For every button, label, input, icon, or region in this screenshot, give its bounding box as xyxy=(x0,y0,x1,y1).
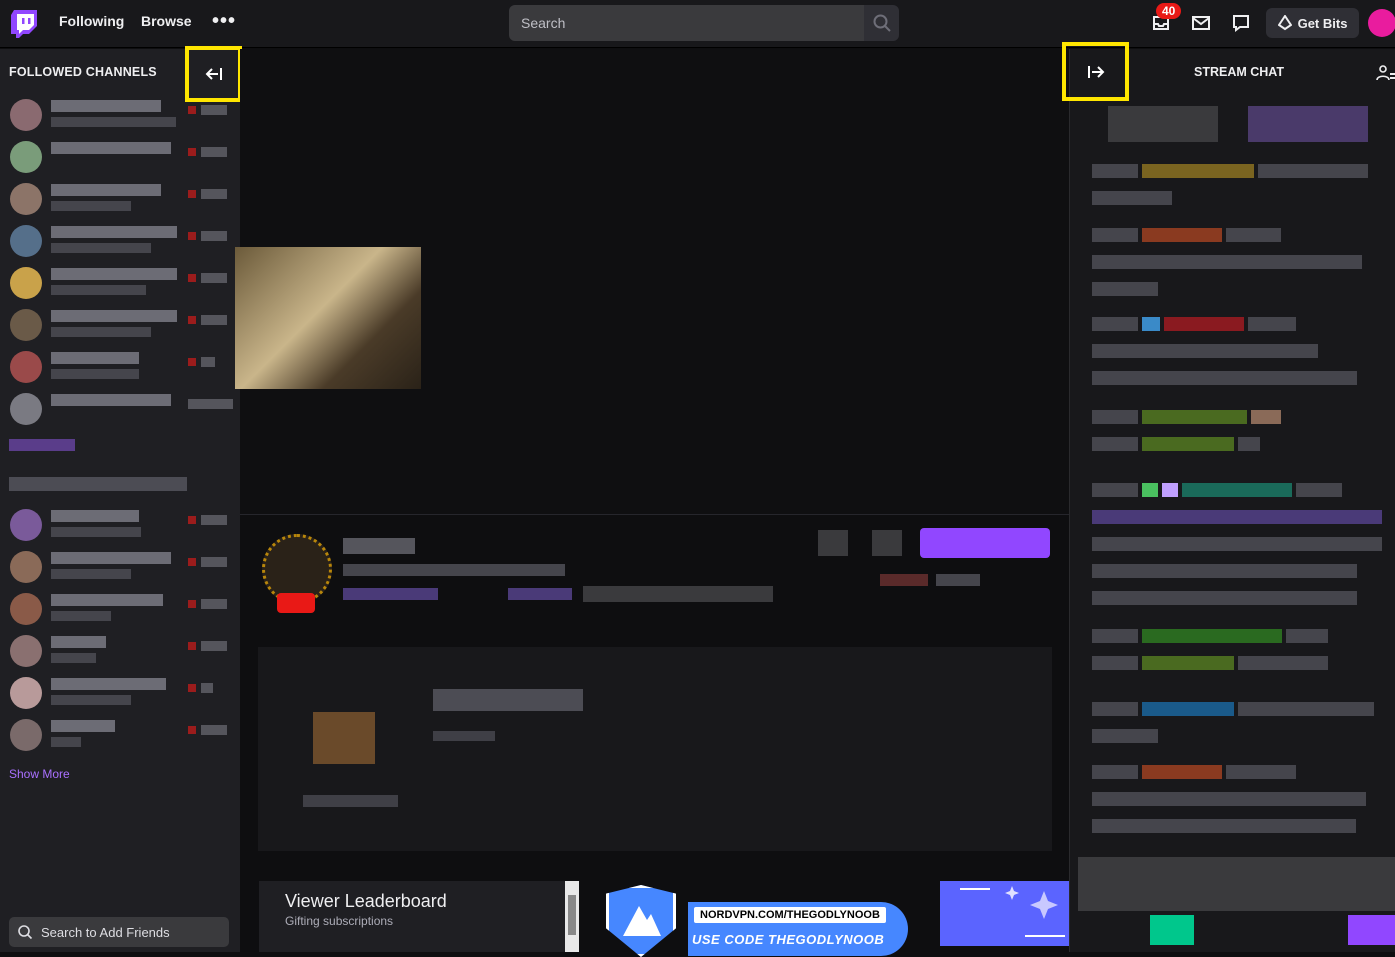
channel-item[interactable] xyxy=(8,507,233,543)
about-image xyxy=(313,712,375,764)
viewer-leaderboard-panel: Viewer Leaderboard Gifting subscriptions xyxy=(259,881,579,952)
leaderboard-title: Viewer Leaderboard xyxy=(285,891,447,911)
chat-send-button[interactable] xyxy=(1348,915,1395,945)
channel-item[interactable] xyxy=(8,265,233,301)
channel-item[interactable] xyxy=(8,549,233,585)
nordvpn-url: NORDVPN.COM/THEGODLYNOOB xyxy=(694,907,886,923)
chat-message[interactable] xyxy=(1092,164,1368,218)
leaderboard-subtitle: Gifting subscriptions xyxy=(285,914,394,928)
stream-uptime xyxy=(936,574,980,586)
about-panel xyxy=(258,647,1052,851)
live-badge xyxy=(277,593,315,613)
nordvpn-code: USE CODE THEGODLYNOOB xyxy=(692,932,885,947)
search-icon xyxy=(18,925,33,940)
twitch-logo-icon[interactable] xyxy=(11,10,37,38)
followed-channels-sidebar: FOLLOWED CHANNELS Show More Search to Ad… xyxy=(0,49,240,952)
collapse-left-icon xyxy=(205,68,222,80)
stream-chat: STREAM CHAT xyxy=(1062,42,1395,952)
chat-emote-button[interactable] xyxy=(1150,915,1194,945)
nordvpn-panel[interactable]: NORDVPN.COM/THEGODLYNOOB USE CODE THEGOD… xyxy=(600,885,920,957)
community-icon[interactable] xyxy=(1376,63,1395,83)
search-bar xyxy=(509,5,899,41)
chat-bubble-icon xyxy=(1233,15,1249,32)
tags[interactable] xyxy=(583,586,773,602)
action-button[interactable] xyxy=(818,530,848,556)
top-navigation: Following Browse ••• 40 Get Bits xyxy=(0,0,1395,48)
show-more-link[interactable]: Show More xyxy=(9,767,70,781)
stream-info xyxy=(240,516,1069,636)
whispers-button[interactable] xyxy=(1230,12,1252,34)
bits-icon xyxy=(1277,15,1292,31)
chat-message[interactable] xyxy=(1092,317,1357,398)
friends-search-placeholder: Search to Add Friends xyxy=(41,924,170,940)
search-button[interactable] xyxy=(864,5,899,41)
more-options-icon[interactable]: ••• xyxy=(212,10,236,33)
collapse-sidebar-button[interactable] xyxy=(185,46,242,102)
channel-item[interactable] xyxy=(8,391,233,427)
channel-item[interactable] xyxy=(8,97,233,133)
sparkle-icon xyxy=(960,886,1065,937)
about-subtitle xyxy=(433,731,495,741)
game-link[interactable] xyxy=(343,588,438,600)
action-button[interactable] xyxy=(872,530,902,556)
pinned-message[interactable] xyxy=(1108,106,1218,142)
search-icon xyxy=(873,14,891,32)
notifications-badge: 40 xyxy=(1156,3,1182,19)
nav-browse[interactable]: Browse xyxy=(141,13,192,29)
messages-button[interactable] xyxy=(1190,12,1212,34)
user-avatar[interactable] xyxy=(1368,9,1395,37)
nordvpn-banner: NORDVPN.COM/THEGODLYNOOB USE CODE THEGOD… xyxy=(688,902,908,956)
about-caption xyxy=(303,795,398,807)
expand-sidebar-button[interactable] xyxy=(1062,42,1129,101)
channel-item[interactable] xyxy=(8,139,233,175)
channel-item[interactable] xyxy=(8,633,233,669)
chat-message[interactable] xyxy=(1092,765,1366,846)
streamer-name[interactable] xyxy=(343,538,415,554)
channel-item[interactable] xyxy=(8,307,233,343)
channel-item[interactable] xyxy=(8,181,233,217)
stream-thumbnail xyxy=(235,247,421,389)
get-bits-button[interactable]: Get Bits xyxy=(1266,8,1359,38)
mail-icon xyxy=(1192,16,1210,30)
nordvpn-logo-icon xyxy=(606,885,676,957)
leaderboard-scrollbar[interactable] xyxy=(565,881,579,952)
sidebar-section-header xyxy=(9,477,187,491)
nav-following[interactable]: Following xyxy=(59,13,124,29)
channel-item[interactable] xyxy=(8,717,233,753)
sidebar-title: FOLLOWED CHANNELS xyxy=(9,65,157,79)
channel-item[interactable] xyxy=(8,675,233,711)
chat-message[interactable] xyxy=(1092,702,1374,756)
friends-search-input[interactable]: Search to Add Friends xyxy=(9,917,229,947)
stream-title xyxy=(343,564,565,576)
follow-button[interactable] xyxy=(920,528,1050,558)
chat-message[interactable] xyxy=(1092,483,1382,618)
channel-item[interactable] xyxy=(8,591,233,627)
chat-message[interactable] xyxy=(1092,228,1362,309)
sparkle-panel[interactable] xyxy=(940,881,1069,946)
category-link[interactable] xyxy=(508,588,572,600)
expand-right-icon xyxy=(1087,65,1104,78)
channel-item[interactable] xyxy=(8,349,233,385)
chat-input[interactable] xyxy=(1078,857,1395,911)
search-input[interactable] xyxy=(509,5,864,41)
viewer-count xyxy=(880,574,928,586)
chat-title: STREAM CHAT xyxy=(1194,65,1285,79)
chat-message[interactable] xyxy=(1092,629,1328,683)
channel-item[interactable] xyxy=(8,223,233,259)
pinned-message-extra xyxy=(1248,106,1368,142)
main-content: Viewer Leaderboard Gifting subscriptions… xyxy=(235,49,1069,957)
get-bits-label: Get Bits xyxy=(1297,15,1348,31)
about-title xyxy=(433,689,583,711)
video-player[interactable] xyxy=(235,49,1069,515)
sidebar-link[interactable] xyxy=(9,439,75,451)
chat-message[interactable] xyxy=(1092,410,1281,464)
